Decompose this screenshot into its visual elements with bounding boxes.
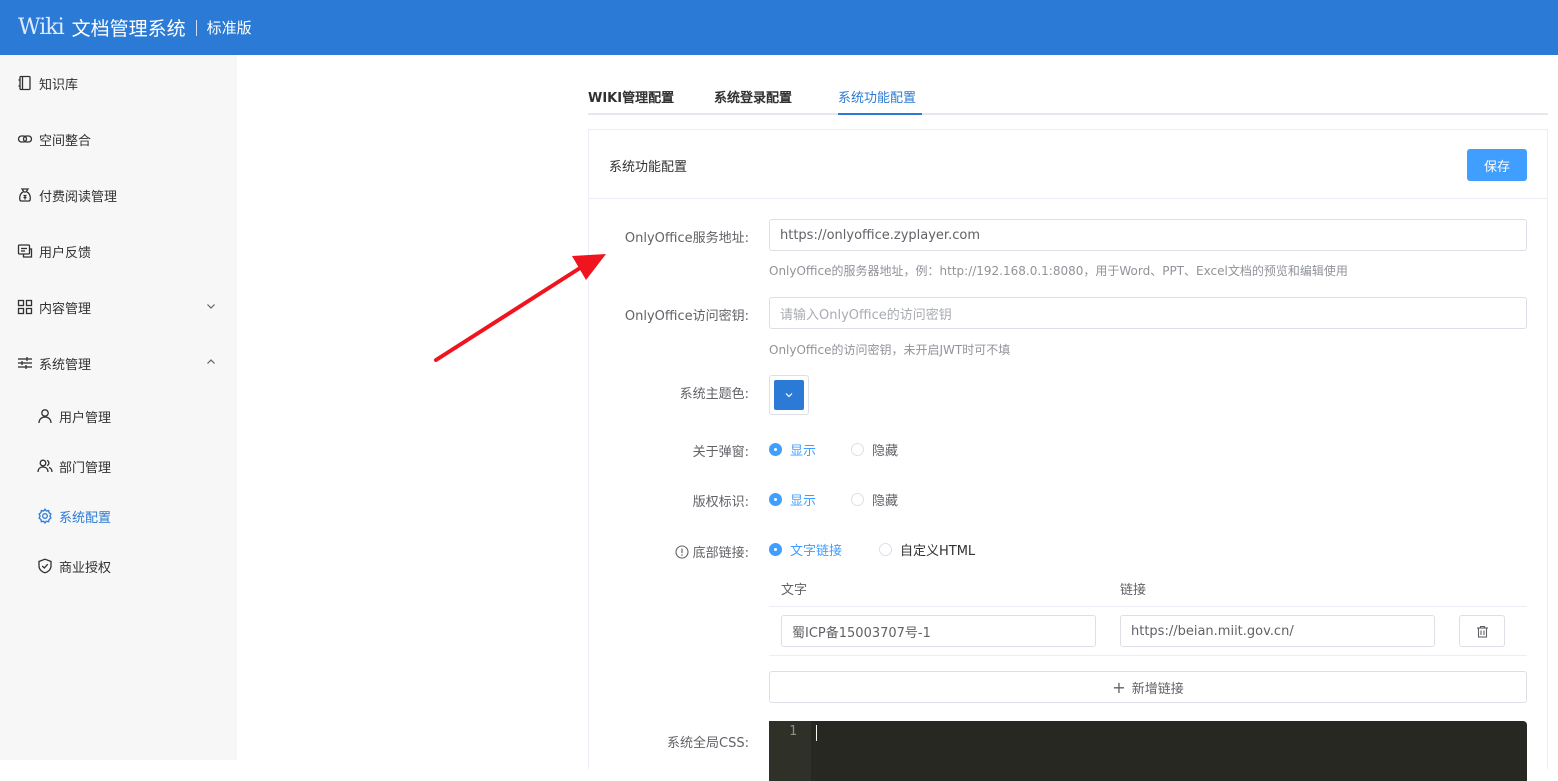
sliders-icon	[17, 355, 33, 371]
radio-label: 自定义HTML	[900, 544, 976, 559]
radio-label: 显示	[790, 494, 817, 509]
footer-links-label: 底部链接:	[692, 546, 749, 561]
sidebar-item-label: 部门管理	[59, 460, 112, 476]
copyright-show-radio[interactable]: 显示	[769, 490, 816, 509]
theme-color-label: 系统主题色:	[679, 387, 749, 402]
plus-icon: +	[1112, 677, 1126, 697]
editor-cursor	[816, 725, 817, 741]
onlyoffice-url-help: OnlyOffice的服务器地址，例：http://192.168.0.1:80…	[769, 264, 1348, 278]
top-header: Wiki 文档管理系统 标准版	[0, 0, 1558, 55]
sidebar-item-label: 付费阅读管理	[39, 189, 118, 205]
footer-link-url-input[interactable]: https://beian.miit.gov.cn/	[1120, 615, 1435, 647]
sidebar: 知识库 空间整合 付费阅读管理 用户反馈 内容管理 系统管理 用户管理 部门管理…	[0, 55, 237, 760]
footer-text-link-radio[interactable]: 文字链接	[769, 540, 842, 559]
sidebar-item-knowledge-base[interactable]: 知识库	[0, 63, 237, 103]
table-divider	[769, 606, 1527, 607]
footer-link-text-input[interactable]: 蜀ICP备15003707号-1	[781, 615, 1096, 647]
config-tabs: WIKI管理配置 系统登录配置 系统功能配置	[588, 75, 1548, 115]
editor-line-number: 1	[769, 721, 811, 781]
chevron-down-icon	[207, 304, 215, 309]
app-edition: 标准版	[206, 19, 252, 37]
onlyoffice-secret-help: OnlyOffice的访问密钥，未开启JWT时可不填	[769, 343, 1011, 357]
sidebar-item-label: 系统管理	[39, 357, 92, 373]
sidebar-item-label: 用户反馈	[39, 245, 92, 261]
card-header: 系统功能配置 保存	[589, 130, 1547, 199]
column-header-link: 链接	[1120, 583, 1147, 598]
radio-label: 显示	[790, 444, 817, 459]
copyright-hide-radio[interactable]: 隐藏	[851, 490, 898, 509]
radio-label: 文字链接	[790, 544, 843, 559]
column-header-text: 文字	[781, 583, 808, 598]
radio-dot	[769, 493, 782, 506]
add-link-label: 新增链接	[1131, 681, 1184, 697]
onlyoffice-secret-input[interactable]: 请输入OnlyOffice的访问密钥	[769, 297, 1527, 329]
about-popup-hide-radio[interactable]: 隐藏	[851, 440, 898, 459]
sidebar-item-label: 用户管理	[59, 410, 112, 426]
users-icon	[37, 458, 53, 474]
delete-row-button[interactable]	[1459, 615, 1505, 647]
chevron-up-icon	[207, 359, 215, 364]
card-title: 系统功能配置	[609, 160, 688, 175]
header-divider	[195, 19, 197, 36]
app-title: 文档管理系统	[71, 18, 186, 40]
link-icon	[17, 131, 33, 147]
shield-check-icon	[37, 558, 53, 574]
sidebar-item-system-config[interactable]: 系统配置	[0, 496, 237, 536]
onlyoffice-url-label: OnlyOffice服务地址:	[624, 231, 749, 246]
chevron-down-icon	[785, 393, 793, 398]
radio-label: 隐藏	[872, 494, 899, 509]
radio-dot	[769, 443, 782, 456]
footer-custom-html-radio[interactable]: 自定义HTML	[879, 540, 975, 559]
footer-links-label-group: 底部链接:	[600, 542, 749, 561]
radio-dot	[769, 543, 782, 556]
copyright-label: 版权标识:	[692, 495, 749, 510]
info-icon[interactable]	[675, 544, 689, 559]
feedback-icon	[17, 243, 33, 259]
sidebar-item-label: 内容管理	[39, 301, 92, 317]
wiki-logo: Wiki	[18, 15, 65, 40]
user-icon	[37, 408, 53, 424]
grid-icon	[17, 299, 33, 315]
radio-dot	[851, 443, 864, 456]
save-button[interactable]: 保存	[1467, 149, 1527, 181]
css-code-editor[interactable]: 1	[769, 721, 1527, 781]
book-icon	[17, 75, 33, 91]
sidebar-item-department-management[interactable]: 部门管理	[0, 446, 237, 486]
sidebar-item-content-management[interactable]: 内容管理	[0, 287, 237, 327]
radio-label: 隐藏	[872, 444, 899, 459]
tab-function-config[interactable]: 系统功能配置	[838, 87, 916, 106]
sidebar-item-commercial-license[interactable]: 商业授权	[0, 546, 237, 586]
add-link-button[interactable]: + 新增链接	[769, 671, 1527, 703]
sidebar-item-label: 系统配置	[59, 510, 112, 526]
sidebar-item-system-management[interactable]: 系统管理	[0, 343, 237, 383]
radio-dot	[879, 543, 892, 556]
annotation-arrow	[434, 254, 606, 362]
gear-icon	[37, 508, 53, 524]
theme-color-picker[interactable]	[769, 375, 809, 415]
table-divider	[769, 655, 1527, 656]
tab-wiki-config[interactable]: WIKI管理配置	[588, 87, 674, 106]
sidebar-item-label: 商业授权	[59, 560, 112, 576]
about-popup-show-radio[interactable]: 显示	[769, 440, 816, 459]
sidebar-item-label: 空间整合	[39, 133, 92, 149]
trash-icon	[1476, 625, 1488, 638]
tab-login-config[interactable]: 系统登录配置	[714, 87, 792, 106]
sidebar-item-paid-reading[interactable]: 付费阅读管理	[0, 175, 237, 215]
onlyoffice-secret-label: OnlyOffice访问密钥:	[624, 309, 749, 324]
sidebar-item-label: 知识库	[39, 77, 79, 93]
onlyoffice-url-input[interactable]: https://onlyoffice.zyplayer.com	[769, 219, 1527, 251]
color-swatch	[774, 380, 804, 410]
about-popup-label: 关于弹窗:	[692, 445, 749, 460]
money-bag-icon	[17, 187, 33, 203]
sidebar-item-user-management[interactable]: 用户管理	[0, 396, 237, 436]
radio-dot	[851, 493, 864, 506]
sidebar-item-user-feedback[interactable]: 用户反馈	[0, 231, 237, 271]
active-tab-indicator	[838, 113, 922, 115]
global-css-label: 系统全局CSS:	[667, 736, 749, 751]
sidebar-item-space-integration[interactable]: 空间整合	[0, 119, 237, 159]
